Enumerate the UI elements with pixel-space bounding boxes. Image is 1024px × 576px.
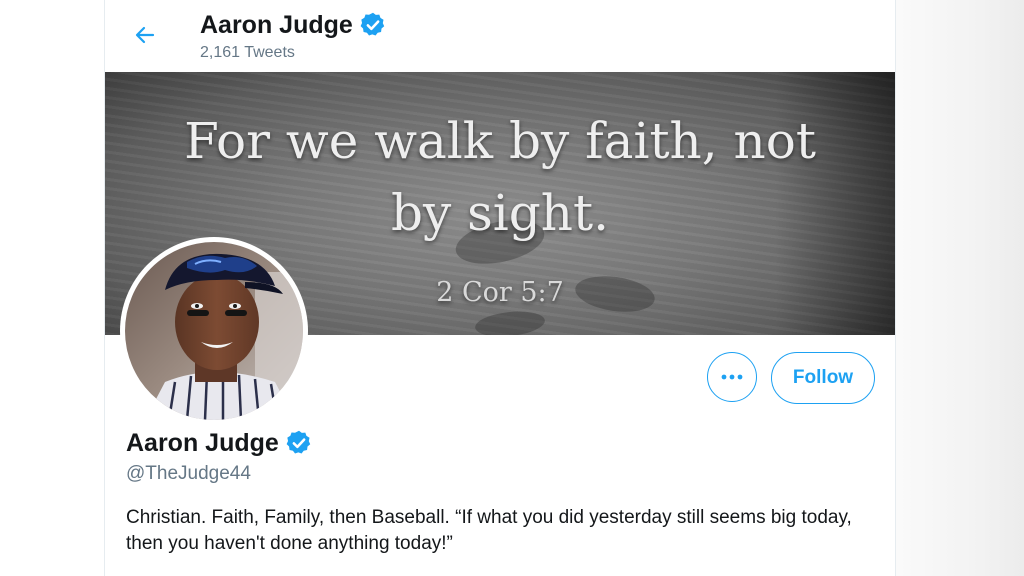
- verified-badge-icon: [360, 12, 384, 36]
- bio-line-1: Christian. Faith, Family, then Baseball.…: [126, 507, 852, 528]
- avatar-photo: [125, 242, 303, 420]
- profile-name-row: Aaron Judge: [126, 426, 313, 460]
- avatar[interactable]: [120, 237, 308, 425]
- bio-line-2: then you haven't done anything today!”: [126, 533, 453, 554]
- back-button[interactable]: [128, 18, 162, 52]
- follow-button[interactable]: Follow: [771, 352, 875, 404]
- profile-handle: @TheJudge44: [126, 463, 251, 484]
- verified-badge-icon: [286, 430, 310, 454]
- banner-quote-line-2: by sight.: [391, 184, 609, 242]
- more-dots-icon: [721, 374, 743, 380]
- more-options-button[interactable]: [707, 352, 757, 402]
- page-left-margin: [0, 0, 104, 576]
- tweet-count: 2,161 Tweets: [200, 44, 295, 61]
- page-right-margin: [896, 0, 1024, 576]
- header-name: Aaron Judge: [200, 10, 353, 39]
- back-arrow-icon: [135, 26, 155, 44]
- header-title: Aaron Judge: [200, 8, 387, 42]
- banner-quote-line-1: For we walk by faith, not: [184, 112, 816, 170]
- profile-bio: Christian. Faith, Family, then Baseball.…: [126, 505, 891, 557]
- profile-name: Aaron Judge: [126, 428, 279, 457]
